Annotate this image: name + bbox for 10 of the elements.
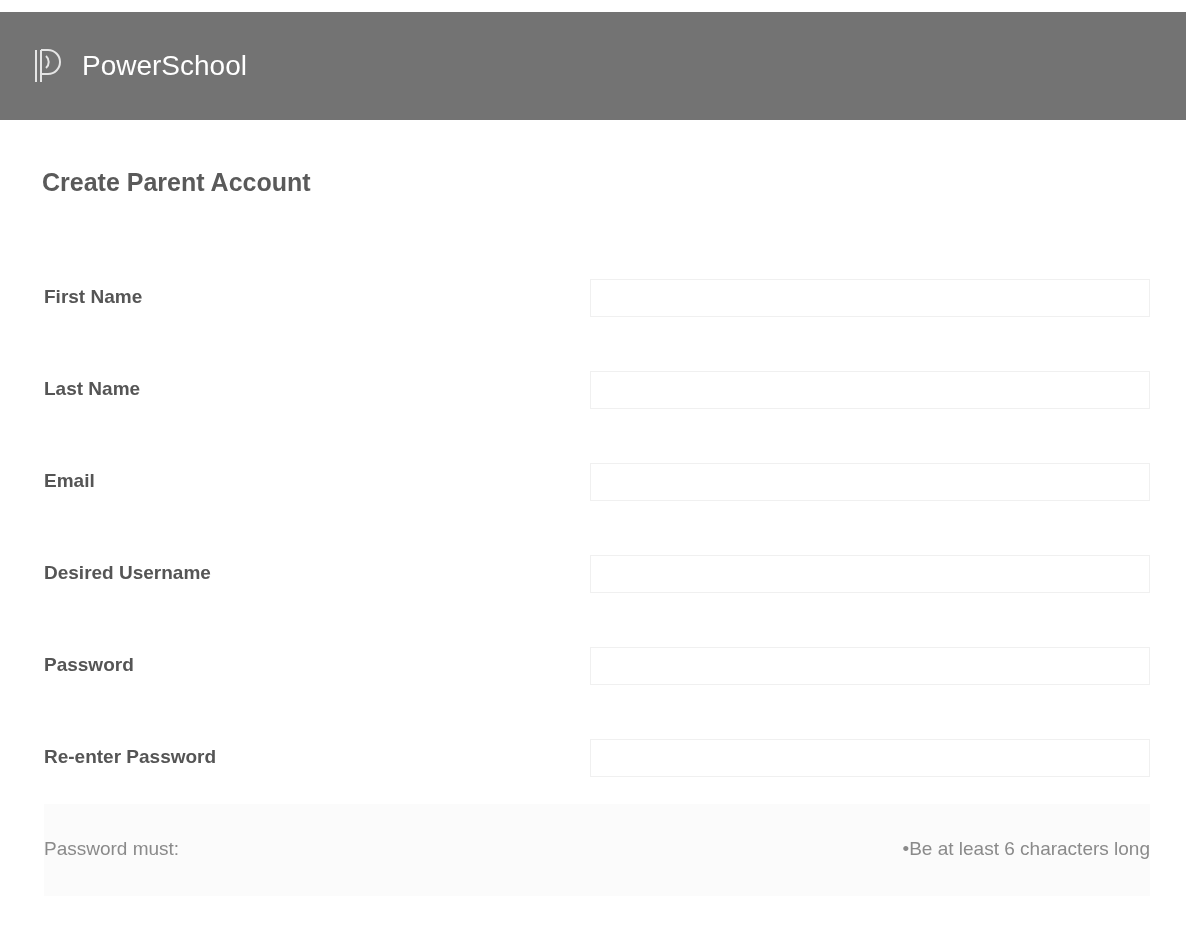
page-title: Create Parent Account: [42, 167, 312, 198]
field-label: Desired Username: [44, 561, 212, 586]
field-label: Re-enter Password: [44, 745, 218, 770]
brand-name: PowerSchool: [82, 49, 247, 83]
field-label: Password: [44, 653, 135, 678]
field-label: Email: [44, 469, 96, 494]
password-rule: •Be at least 6 characters long: [902, 837, 1150, 862]
field-label: First Name: [44, 285, 144, 310]
field-label: Last Name: [44, 377, 142, 402]
rules-label: Password must:: [44, 837, 180, 862]
